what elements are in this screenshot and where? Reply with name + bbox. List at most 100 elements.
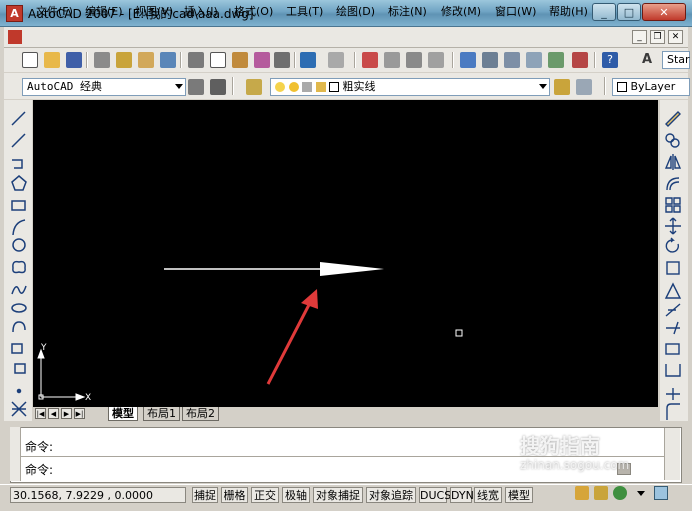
workspace-dropdown[interactable]: AutoCAD 经典 (22, 78, 186, 96)
erase-icon[interactable] (665, 111, 681, 127)
lineweight-toggle[interactable]: 线宽 (474, 487, 502, 503)
redo-icon[interactable] (328, 52, 344, 68)
chamfer-icon[interactable] (666, 388, 680, 400)
model-space-toggle[interactable]: 模型 (505, 487, 533, 503)
osnap-toggle[interactable]: 对象捕捉 (313, 487, 363, 503)
circle-icon[interactable] (12, 238, 26, 252)
tab-layout1[interactable]: 布局1 (143, 407, 180, 421)
copy-object-icon[interactable] (665, 133, 675, 143)
layer-on-icon[interactable] (275, 82, 285, 92)
ellipse-icon[interactable] (11, 303, 27, 313)
offset-icon[interactable] (666, 177, 680, 191)
hatch-icon[interactable] (11, 401, 27, 417)
rectangle-icon[interactable] (11, 200, 26, 211)
otrack-toggle[interactable]: 对象追踪 (366, 487, 416, 503)
quickcalc-icon[interactable] (572, 52, 588, 68)
menu-insert[interactable]: 插入(I) (184, 3, 218, 19)
color-control-dropdown[interactable]: ByLayer (612, 78, 690, 96)
command-window-grip[interactable] (10, 427, 21, 481)
print-preview-icon[interactable] (116, 52, 132, 68)
zoom-previous-icon[interactable] (428, 52, 444, 68)
print-icon[interactable] (94, 52, 110, 68)
layer-previous-icon[interactable] (576, 79, 592, 95)
close-button[interactable]: ✕ (642, 3, 686, 21)
revision-cloud-icon[interactable] (12, 260, 26, 274)
communication-center-icon[interactable] (575, 486, 589, 500)
menu-format[interactable]: 格式(O) (234, 3, 273, 19)
layer-viewport-icon[interactable] (302, 82, 312, 92)
trusted-dwg-icon[interactable] (613, 486, 627, 500)
pan-icon[interactable] (362, 52, 378, 68)
construction-line-icon[interactable] (11, 133, 26, 148)
menu-draw[interactable]: 绘图(D) (336, 3, 375, 19)
trim-icon[interactable] (665, 303, 681, 317)
array-icon[interactable] (665, 197, 681, 213)
last-tab-button[interactable]: ▶| (74, 408, 85, 419)
zoom-window-icon[interactable] (406, 52, 422, 68)
layer-thaw-icon[interactable] (288, 82, 299, 92)
status-menu-chevron-down-icon[interactable] (637, 491, 645, 496)
menu-dimension[interactable]: 标注(N) (388, 3, 427, 19)
menu-window[interactable]: 窗口(W) (495, 3, 536, 19)
undo-icon[interactable] (300, 52, 316, 68)
help-icon[interactable]: ? (602, 52, 618, 68)
polyline-icon[interactable] (12, 159, 23, 169)
menu-edit[interactable]: 编辑(E) (85, 3, 123, 19)
workspace-settings-icon[interactable] (188, 79, 204, 95)
rotate-icon[interactable] (665, 237, 680, 253)
doc-minimize-button[interactable]: _ (632, 30, 647, 44)
zoom-realtime-icon[interactable] (384, 52, 400, 68)
minimize-button[interactable]: _ (592, 3, 616, 21)
layer-lock-icon[interactable] (315, 82, 326, 92)
grid-toggle[interactable]: 栅格 (221, 487, 248, 503)
tab-model[interactable]: 模型 (108, 407, 138, 421)
toolbar-lock-icon[interactable] (594, 486, 608, 500)
fillet-icon[interactable] (666, 403, 680, 420)
command-prompt[interactable]: 命令: (25, 461, 53, 478)
maximize-button[interactable]: □ (617, 3, 641, 21)
clean-screen-icon[interactable] (654, 486, 668, 500)
stretch-icon[interactable] (664, 282, 682, 299)
insert-block-icon[interactable] (11, 343, 23, 354)
mirror-icon[interactable] (664, 154, 682, 170)
chevron-down-icon[interactable] (175, 84, 183, 89)
etransmit-icon[interactable] (160, 52, 176, 68)
paste-icon[interactable] (232, 52, 248, 68)
make-block-icon[interactable] (14, 363, 26, 374)
ortho-toggle[interactable]: 正交 (251, 487, 279, 503)
scale-icon[interactable] (666, 261, 680, 275)
layer-dropdown[interactable]: 粗实线 (270, 78, 550, 96)
text-style-icon[interactable]: A (642, 52, 658, 68)
snap-toggle[interactable]: 捕捉 (192, 487, 218, 503)
menu-tools[interactable]: 工具(T) (286, 3, 323, 19)
block-editor-icon[interactable] (274, 52, 290, 68)
markup-set-icon[interactable] (548, 52, 564, 68)
command-scrollbar[interactable] (664, 428, 680, 480)
move-icon[interactable] (665, 217, 681, 235)
polar-toggle[interactable]: 极轴 (282, 487, 310, 503)
text-style-combo[interactable]: Star (662, 51, 690, 69)
document-icon[interactable] (8, 30, 22, 44)
line-icon[interactable] (11, 111, 26, 126)
design-center-icon[interactable] (482, 52, 498, 68)
menu-help[interactable]: 帮助(H) (549, 3, 588, 19)
join-icon[interactable] (665, 364, 681, 377)
doc-close-button[interactable]: ✕ (668, 30, 683, 44)
save-icon[interactable] (66, 52, 82, 68)
menu-file[interactable]: 文件(F) (36, 3, 73, 19)
my-workspace-icon[interactable] (210, 79, 226, 95)
dyn-toggle[interactable]: DYN (450, 487, 474, 503)
autocad-app-icon[interactable]: A (6, 5, 23, 22)
new-file-icon[interactable] (22, 52, 38, 68)
ellipse-arc-icon[interactable] (12, 321, 26, 333)
extend-icon[interactable] (666, 321, 680, 335)
menu-modify[interactable]: 修改(M) (441, 3, 481, 19)
doc-restore-button[interactable]: ❐ (650, 30, 665, 44)
sheet-set-icon[interactable] (526, 52, 542, 68)
open-file-icon[interactable] (44, 52, 60, 68)
prev-tab-button[interactable]: ◀ (48, 408, 59, 419)
properties-icon[interactable] (460, 52, 476, 68)
menu-view[interactable]: 视图(V) (135, 3, 173, 19)
drawn-arrowhead[interactable] (320, 262, 384, 276)
tab-layout2[interactable]: 布局2 (182, 407, 219, 421)
